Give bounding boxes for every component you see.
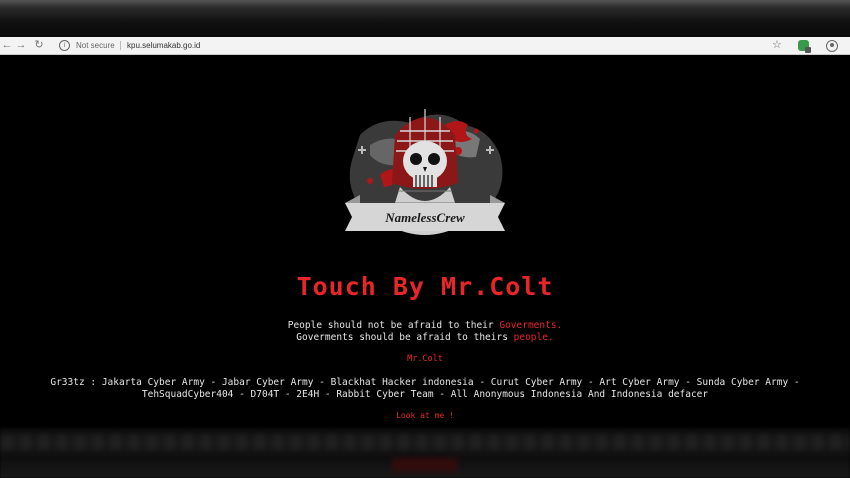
- author-signature: Mr.Colt: [407, 354, 443, 364]
- greetings-line-2: TehSquadCyber404 - D704T - 2E4H - Rabbit…: [141, 388, 709, 400]
- address-separator: [120, 41, 121, 50]
- star-icon[interactable]: ☆: [772, 37, 782, 54]
- message-line-1-text: People should not be afraid to their: [287, 320, 500, 331]
- address-bar[interactable]: i Not secure kpu.selumakab.go.id: [50, 39, 790, 52]
- profile-icon[interactable]: [826, 40, 838, 52]
- greetings-block: Gr33tz : Jakarta Cyber Army - Jabar Cybe…: [0, 377, 850, 400]
- greetings-line-1: Gr33tz : Jakarta Cyber Army - Jabar Cybe…: [50, 377, 800, 388]
- logo-banner-text: NamelessCrew: [384, 210, 465, 225]
- look-at-me-link[interactable]: Look at me !: [0, 411, 850, 421]
- video-frame-top: [0, 0, 850, 37]
- back-arrow-icon[interactable]: ←: [0, 37, 14, 54]
- message-line-1-highlight: Goverments.: [499, 320, 563, 331]
- message-line-1: People should not be afraid to their Gov…: [0, 320, 850, 332]
- blurred-content-strip: [0, 434, 850, 450]
- message-line-2-highlight: people.: [513, 332, 554, 343]
- page-headline: Touch By Mr.Colt: [296, 272, 554, 301]
- message-line-2: Goverments should be afraid to theirs pe…: [0, 332, 850, 344]
- extension-icon[interactable]: [798, 40, 811, 53]
- forward-arrow-icon[interactable]: →: [14, 37, 28, 54]
- browser-toolbar: ← → ↻ i Not secure kpu.selumakab.go.id ☆: [0, 37, 850, 55]
- security-label[interactable]: Not secure: [76, 39, 115, 52]
- url-text[interactable]: kpu.selumakab.go.id: [127, 39, 200, 52]
- blurred-red-element: [392, 458, 458, 472]
- reload-icon[interactable]: ↻: [32, 37, 46, 54]
- message-line-2-text: Goverments should be afraid to theirs: [296, 332, 514, 343]
- info-icon[interactable]: i: [59, 40, 70, 51]
- skull-logo: NamelessCrew: [345, 109, 505, 235]
